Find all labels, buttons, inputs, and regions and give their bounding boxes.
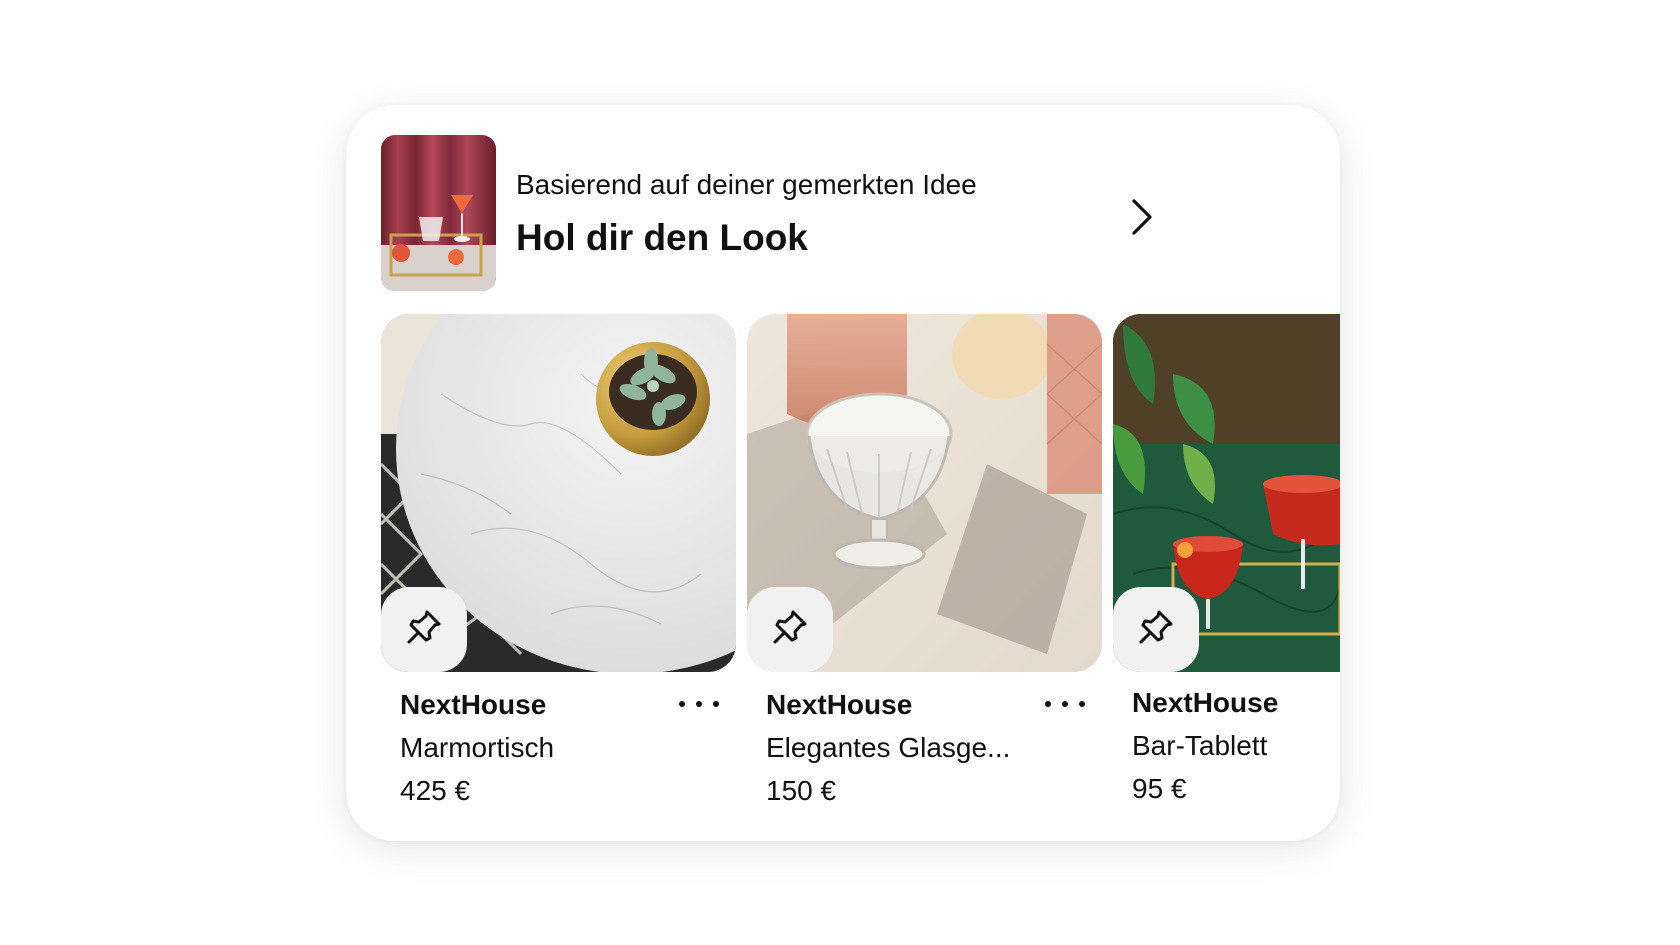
pin-icon xyxy=(770,607,810,652)
shop-the-look-header[interactable]: Basierend auf deiner gemerkten Idee Hol … xyxy=(381,135,1152,291)
more-options-icon[interactable] xyxy=(679,690,719,718)
save-pin-button[interactable] xyxy=(747,587,833,672)
header-subtitle: Basierend auf deiner gemerkten Idee xyxy=(516,169,977,200)
product-brand: NextHouse xyxy=(1132,687,1279,718)
product-name[interactable]: Marmortisch xyxy=(400,732,554,764)
product-name[interactable]: Elegantes Glasge... xyxy=(766,732,1010,764)
product-price: 150 € xyxy=(766,775,837,806)
product-name[interactable]: Bar-Tablett xyxy=(1132,730,1267,762)
pin-icon xyxy=(404,607,444,652)
saved-idea-thumbnail xyxy=(381,135,496,291)
shop-the-look-card: Basierend auf deiner gemerkten Idee Hol … xyxy=(346,105,1340,841)
page-background: Basierend auf deiner gemerkten Idee Hol … xyxy=(0,0,1680,945)
product-price: 95 € xyxy=(1132,773,1187,804)
product-brand: NextHouse xyxy=(400,689,547,720)
more-options-icon[interactable] xyxy=(1045,690,1085,718)
chevron-right-icon[interactable] xyxy=(1126,195,1156,239)
header-title: Hol dir den Look xyxy=(516,217,808,258)
save-pin-button[interactable] xyxy=(1113,587,1199,672)
save-pin-button[interactable] xyxy=(381,587,467,672)
product-price: 425 € xyxy=(400,775,471,806)
product-card[interactable]: NextHouse Marmortisch 425 € xyxy=(381,314,736,814)
product-brand: NextHouse xyxy=(766,689,913,720)
product-card[interactable]: NextHouse Elegantes Glasge... 150 € xyxy=(747,314,1102,814)
product-card[interactable]: NextHouse Bar-Tablett 95 € xyxy=(1113,314,1340,814)
pin-icon xyxy=(1136,607,1176,652)
